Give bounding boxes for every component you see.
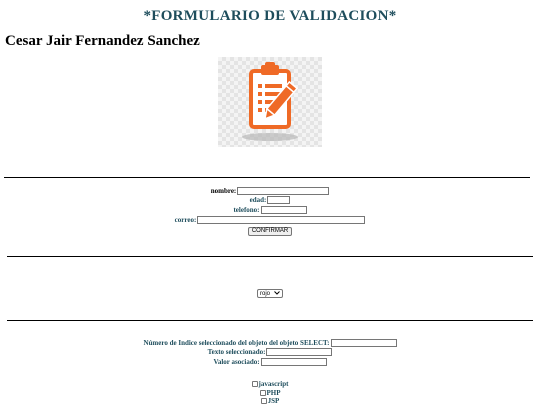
javascript-label: javascript: [258, 380, 289, 389]
text-row: Texto seleccionado:: [0, 348, 540, 358]
javascript-checkbox[interactable]: [251, 381, 258, 388]
correo-label: correo:: [174, 215, 197, 224]
jsp-label: JSP: [267, 397, 280, 406]
divider-bottom: [7, 320, 533, 321]
value-row: Valor asociado:: [0, 357, 540, 367]
edad-input[interactable]: [267, 196, 291, 205]
php-label: PHP: [266, 388, 281, 397]
color-select[interactable]: rojo: [257, 289, 284, 298]
nombre-input[interactable]: [237, 186, 330, 195]
selected-text-label: Texto seleccionado:: [207, 348, 266, 357]
color-select-value: rojo: [260, 290, 271, 297]
selected-text-input[interactable]: [266, 348, 333, 357]
correo-row: correo:: [0, 215, 540, 225]
personal-data-form: nombre: edad: telefono: correo: CONFIRMA…: [0, 186, 540, 236]
checkbox-item-php[interactable]: PHP: [0, 389, 540, 398]
author-name: Cesar Jair Fernandez Sanchez: [5, 33, 200, 49]
value-input[interactable]: [260, 357, 327, 366]
divider-middle: [7, 256, 533, 257]
telefono-label: telefono:: [233, 205, 260, 214]
nombre-row: nombre:: [0, 186, 540, 196]
index-label: Número de Indice seleccionado del objeto…: [143, 338, 330, 347]
edad-row: edad:: [0, 196, 540, 206]
edad-label: edad:: [249, 196, 267, 205]
checkbox-item-jsp[interactable]: JSP: [0, 397, 540, 406]
telefono-input[interactable]: [260, 205, 307, 214]
value-label: Valor asociado:: [213, 357, 260, 366]
clipboard-pencil-icon: [242, 62, 299, 141]
telefono-row: telefono:: [0, 205, 540, 215]
confirm-button[interactable]: CONFIRMAR: [247, 226, 293, 236]
logo-image: [218, 57, 322, 147]
jsp-checkbox[interactable]: [260, 398, 267, 405]
index-input[interactable]: [330, 338, 397, 347]
nombre-label: nombre:: [210, 186, 237, 195]
correo-input[interactable]: [197, 215, 366, 224]
page-title: *FORMULARIO DE VALIDACION*: [143, 8, 397, 24]
checkbox-item-javascript[interactable]: javascript: [0, 380, 540, 389]
php-checkbox[interactable]: [259, 389, 266, 396]
chevron-down-icon: [274, 290, 280, 297]
select-info-form: Número de Indice seleccionado del objeto…: [0, 338, 540, 367]
technology-checkboxes: javascript PHP JSP: [0, 380, 540, 406]
divider-top: [4, 177, 530, 178]
index-row: Número de Indice seleccionado del objeto…: [0, 338, 540, 348]
confirm-row: CONFIRMAR: [0, 224, 540, 236]
